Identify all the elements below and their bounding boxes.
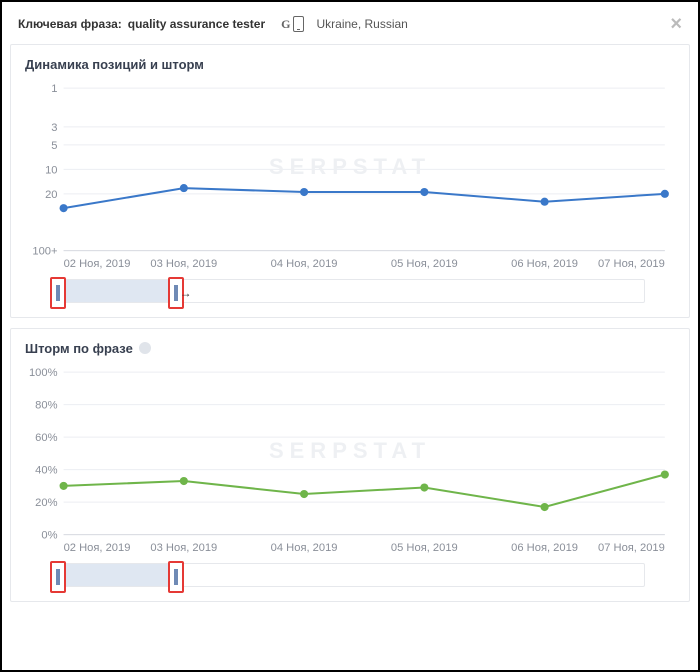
brush-handle-right[interactable]: → xyxy=(168,277,184,309)
svg-text:80%: 80% xyxy=(35,400,57,412)
close-icon[interactable]: × xyxy=(670,14,682,34)
svg-text:06 Ноя, 2019: 06 Ноя, 2019 xyxy=(511,258,578,270)
svg-text:07 Ноя, 2019: 07 Ноя, 2019 xyxy=(598,542,665,554)
svg-text:10: 10 xyxy=(45,164,57,176)
svg-text:06 Ноя, 2019: 06 Ноя, 2019 xyxy=(511,542,578,554)
mobile-icon xyxy=(293,16,304,32)
svg-text:1: 1 xyxy=(51,83,57,95)
location-label: Ukraine, Russian xyxy=(316,17,407,31)
keyword-label: Ключевая фраза: xyxy=(18,17,122,31)
card-title: Динамика позиций и шторм xyxy=(25,57,675,72)
brush-handle-left[interactable] xyxy=(50,561,66,593)
svg-text:0%: 0% xyxy=(41,530,57,542)
brush-handle-right[interactable] xyxy=(168,561,184,593)
svg-text:3: 3 xyxy=(51,122,57,134)
svg-text:04 Ноя, 2019: 04 Ноя, 2019 xyxy=(271,258,338,270)
chart-storm-svg: 0% 20% 40% 60% 80% 100% 02 Ноя, 2019 03 Ноя, 20… xyxy=(25,364,675,557)
brush-handle-left[interactable] xyxy=(50,277,66,309)
chart-positions[interactable]: SERPSTAT 1351020100+02 Ноя, 201903 Ноя, … xyxy=(25,80,675,273)
svg-text:05 Ноя, 2019: 05 Ноя, 2019 xyxy=(391,258,458,270)
google-icon: G xyxy=(281,17,290,32)
svg-text:02 Ноя, 2019: 02 Ноя, 2019 xyxy=(64,258,131,270)
chart-storm[interactable]: SERPSTAT 0%20%40%60%80%100%02 Ноя, 20190… xyxy=(25,364,675,557)
svg-text:40%: 40% xyxy=(35,465,57,477)
card-positions-dynamics: Динамика позиций и шторм SERPSTAT 135102… xyxy=(10,44,690,318)
svg-text:07 Ноя, 2019: 07 Ноя, 2019 xyxy=(598,258,665,270)
svg-text:05 Ноя, 2019: 05 Ноя, 2019 xyxy=(391,542,458,554)
range-brush[interactable]: → xyxy=(55,279,645,303)
svg-text:20%: 20% xyxy=(35,497,57,509)
modal-header: Ключевая фраза: quality assurance tester… xyxy=(10,10,690,44)
svg-text:03 Ноя, 2019: 03 Ноя, 2019 xyxy=(150,258,217,270)
modal-frame: { "header": { "kw_label": "Ключевая фраз… xyxy=(0,0,700,672)
svg-text:5: 5 xyxy=(51,140,57,152)
svg-text:100%: 100% xyxy=(29,367,58,379)
card-title-text: Шторм по фразе xyxy=(25,341,133,356)
svg-text:02 Ноя, 2019: 02 Ноя, 2019 xyxy=(64,542,131,554)
card-storm-by-phrase: Шторм по фразе SERPSTAT 0%20%40%60%80%10… xyxy=(10,328,690,602)
card-title: Шторм по фразе xyxy=(25,341,675,356)
svg-text:04 Ноя, 2019: 04 Ноя, 2019 xyxy=(271,542,338,554)
range-brush[interactable] xyxy=(55,563,645,587)
svg-text:60%: 60% xyxy=(35,432,57,444)
svg-text:03 Ноя, 2019: 03 Ноя, 2019 xyxy=(150,542,217,554)
svg-text:20: 20 xyxy=(45,189,57,201)
card-title-text: Динамика позиций и шторм xyxy=(25,57,204,72)
header-icons: G xyxy=(281,16,304,32)
keyword-value: quality assurance tester xyxy=(128,17,265,31)
info-icon[interactable] xyxy=(139,342,151,354)
svg-text:100+: 100+ xyxy=(32,246,57,258)
chart-positions-svg: 1 3 5 10 20 100+ 02 Ноя, 2019 03 Ноя, 2019 04 Но… xyxy=(25,80,675,273)
